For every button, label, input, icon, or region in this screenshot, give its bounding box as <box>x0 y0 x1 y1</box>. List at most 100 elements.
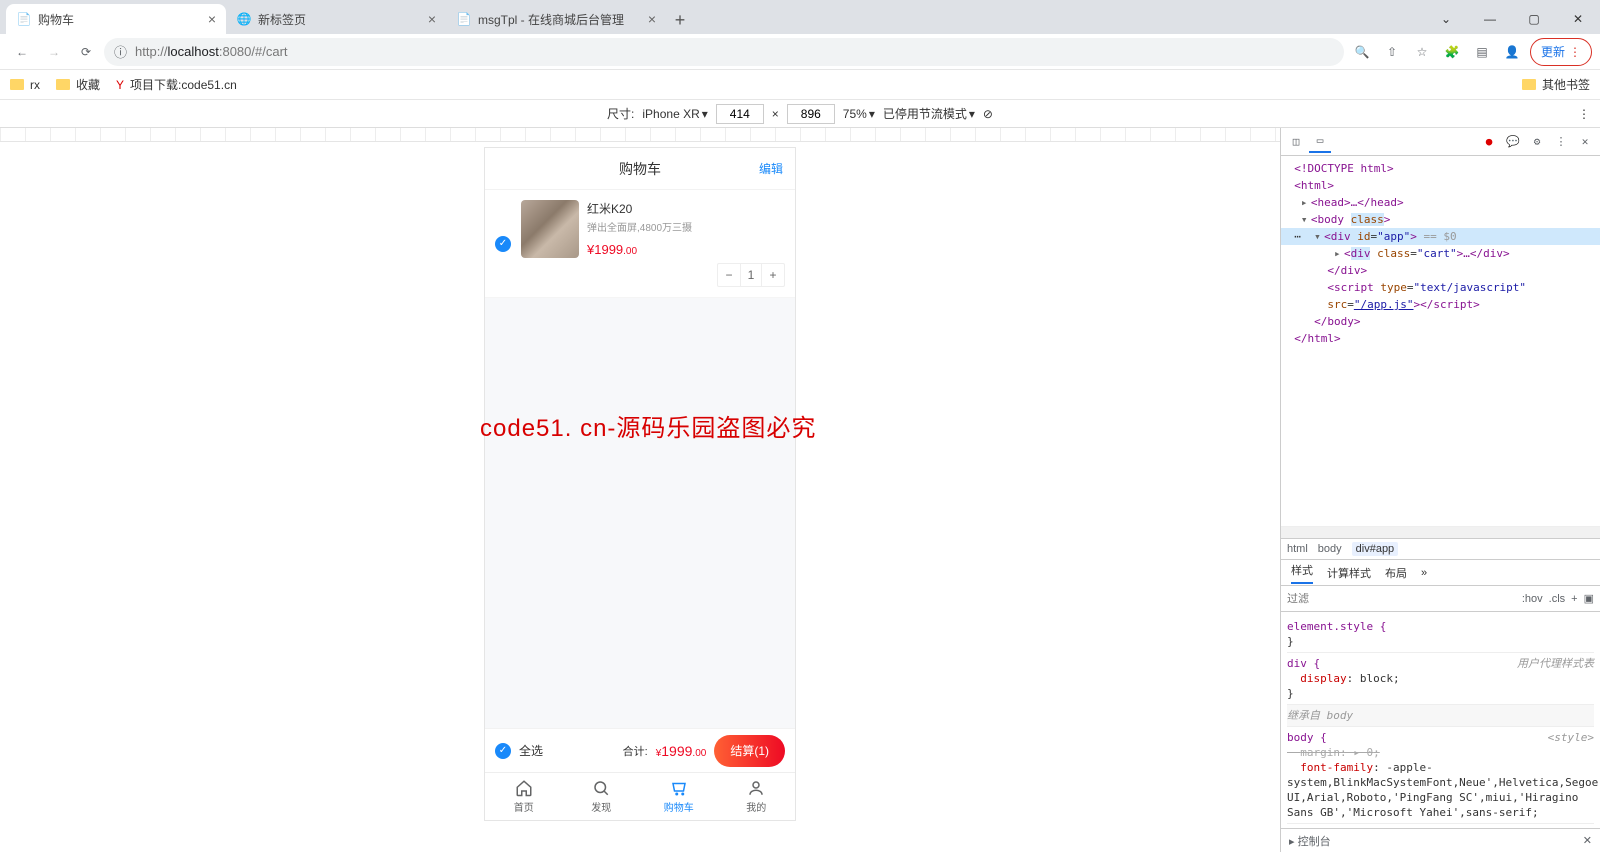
width-input[interactable] <box>716 104 764 124</box>
product-thumbnail[interactable] <box>521 200 579 258</box>
console-drawer[interactable]: ▸ 控制台 ✕ <box>1281 828 1600 852</box>
reload-button[interactable]: ⟳ <box>72 38 100 66</box>
qty-value[interactable]: 1 <box>740 264 762 286</box>
tab-title: msgTpl - 在线商城后台管理 <box>478 11 642 28</box>
tab-favicon-icon: 📄 <box>456 11 472 27</box>
browser-tab-msgtpl[interactable]: 📄 msgTpl - 在线商城后台管理 × <box>446 4 666 34</box>
computed-tab[interactable]: 计算样式 <box>1327 565 1371 581</box>
folder-icon <box>1522 79 1536 90</box>
close-window-icon[interactable]: ✕ <box>1556 4 1600 34</box>
quantity-stepper: − 1 + <box>717 263 785 287</box>
total-label: 合计: <box>623 743 648 759</box>
caret-down-icon[interactable]: ⌄ <box>1424 4 1468 34</box>
tab-cart[interactable]: 购物车 <box>640 773 718 820</box>
item-checkbox[interactable]: ✓ <box>495 236 511 252</box>
address-bar[interactable]: ⓘ http://localhost:8080/#/cart <box>104 38 1344 66</box>
devtools-tabs: ◫ ▭ ● 💬 ⚙ ⋮ ✕ <box>1281 128 1600 156</box>
other-bookmarks[interactable]: 其他书签 <box>1522 76 1590 93</box>
new-tab-button[interactable]: + <box>666 6 694 34</box>
tab-title: 购物车 <box>38 11 202 28</box>
minimize-icon[interactable]: — <box>1468 4 1512 34</box>
filter-input[interactable] <box>1287 593 1516 605</box>
submit-bar: ✓ 全选 合计: ¥1999.00 结算(1) <box>485 728 795 772</box>
styles-pane[interactable]: element.style { } 用户代理样式表 div { display:… <box>1281 612 1600 828</box>
mobile-frame: 购物车 编辑 ✓ 红米K20 弹出全面屏,4800万三摄 ¥1999.00 <box>485 148 795 820</box>
new-rule-icon[interactable]: + <box>1571 593 1577 605</box>
times-label: × <box>772 107 779 121</box>
inspect-icon[interactable]: ◫ <box>1285 131 1307 152</box>
settings-icon[interactable]: ⚙ <box>1526 131 1548 152</box>
home-icon <box>515 779 533 797</box>
maximize-icon[interactable]: ▢ <box>1512 4 1556 34</box>
bookmark-fav[interactable]: 收藏 <box>56 76 100 93</box>
elements-scrollbar[interactable] <box>1281 526 1600 538</box>
hov-toggle[interactable]: :hov <box>1522 593 1543 605</box>
zoom-select[interactable]: 75% ▾ <box>843 107 875 121</box>
cart-item: ✓ 红米K20 弹出全面屏,4800万三摄 ¥1999.00 − 1 + <box>485 190 795 298</box>
folder-icon <box>56 79 70 90</box>
qty-minus-button[interactable]: − <box>718 264 740 286</box>
bookmark-star-icon[interactable]: ☆ <box>1408 38 1436 66</box>
edit-button[interactable]: 编辑 <box>759 160 783 177</box>
browser-tabstrip: 📄 购物车 × 🌐 新标签页 × 📄 msgTpl - 在线商城后台管理 × +… <box>0 0 1600 34</box>
side-panel-icon[interactable]: ▤ <box>1468 38 1496 66</box>
qty-plus-button[interactable]: + <box>762 264 784 286</box>
elements-breadcrumb[interactable]: html body div#app <box>1281 538 1600 560</box>
forward-button[interactable]: → <box>40 38 68 66</box>
close-devtools-icon[interactable]: ✕ <box>1574 131 1596 152</box>
site-info-icon[interactable]: ⓘ <box>114 42 127 61</box>
site-icon: Y <box>116 78 124 92</box>
message-icon[interactable]: 💬 <box>1502 131 1524 152</box>
checkout-button[interactable]: 结算(1) <box>714 735 785 767</box>
box-model-icon[interactable]: ▣ <box>1584 592 1594 605</box>
close-icon[interactable]: × <box>208 11 216 27</box>
cls-toggle[interactable]: .cls <box>1549 593 1566 605</box>
elements-tree[interactable]: <!DOCTYPE html> <html> ▸<head>…</head> ▾… <box>1281 156 1600 526</box>
extensions-icon[interactable]: 🧩 <box>1438 38 1466 66</box>
tab-discover[interactable]: 发现 <box>563 773 641 820</box>
browser-tab-cart[interactable]: 📄 购物车 × <box>6 4 226 34</box>
product-name: 红米K20 <box>587 200 785 217</box>
tab-home[interactable]: 首页 <box>485 773 563 820</box>
styles-tabs: 样式 计算样式 布局 » <box>1281 560 1600 586</box>
rotate-icon[interactable]: ⊘ <box>983 107 993 121</box>
more-tabs-icon[interactable]: » <box>1421 567 1427 579</box>
back-button[interactable]: ← <box>8 38 36 66</box>
search-icon <box>592 779 610 797</box>
profile-icon[interactable]: 👤 <box>1498 38 1526 66</box>
select-all-checkbox[interactable]: ✓ <box>495 743 511 759</box>
select-all-label: 全选 <box>519 742 543 759</box>
bookmark-code51[interactable]: Y项目下载:code51.cn <box>116 76 237 93</box>
bookmarks-bar: rx 收藏 Y项目下载:code51.cn 其他书签 <box>0 70 1600 100</box>
menu-icon[interactable]: ⋮ <box>1550 131 1572 152</box>
folder-icon <box>10 79 24 90</box>
device-menu-icon[interactable]: ⋮ <box>1578 107 1590 121</box>
layout-tab[interactable]: 布局 <box>1385 565 1407 581</box>
device-select[interactable]: iPhone XR ▾ <box>642 107 707 121</box>
throttle-select[interactable]: 已停用节流模式 ▾ <box>883 105 975 122</box>
watermark-text: code51. cn-源码乐园盗图必究 <box>480 408 816 443</box>
browser-toolbar: ← → ⟳ ⓘ http://localhost:8080/#/cart 🔍 ⇧… <box>0 34 1600 70</box>
size-label: 尺寸: <box>607 105 634 122</box>
cart-icon <box>670 779 688 797</box>
styles-tab[interactable]: 样式 <box>1291 562 1313 584</box>
record-icon[interactable]: ● <box>1478 131 1500 152</box>
device-toolbar: 尺寸: iPhone XR ▾ × 75% ▾ 已停用节流模式 ▾ ⊘ ⋮ <box>0 100 1600 128</box>
browser-tab-newpage[interactable]: 🌐 新标签页 × <box>226 4 446 34</box>
close-icon[interactable]: × <box>648 11 656 27</box>
share-icon[interactable]: ⇧ <box>1378 38 1406 66</box>
close-icon[interactable]: × <box>428 11 436 27</box>
product-price: ¥1999.00 <box>587 242 785 257</box>
update-button[interactable]: 更新 ⋮ <box>1530 38 1592 66</box>
url-text: http://localhost:8080/#/cart <box>135 44 288 59</box>
device-mode-icon[interactable]: ▭ <box>1309 130 1331 153</box>
product-desc: 弹出全面屏,4800万三摄 <box>587 219 785 234</box>
console-expand-icon[interactable]: ▸ <box>1289 836 1295 848</box>
search-icon[interactable]: 🔍 <box>1348 38 1376 66</box>
height-input[interactable] <box>787 104 835 124</box>
selected-node[interactable]: ⋯ ▾<div id="app"> == $0 <box>1281 228 1600 245</box>
bookmark-rx[interactable]: rx <box>10 78 40 92</box>
device-viewport: code51. cn-源码乐园盗图必究 购物车 编辑 ✓ 红米K20 弹出全面屏… <box>0 128 1280 852</box>
console-close-icon[interactable]: ✕ <box>1583 834 1592 847</box>
tab-profile[interactable]: 我的 <box>718 773 796 820</box>
